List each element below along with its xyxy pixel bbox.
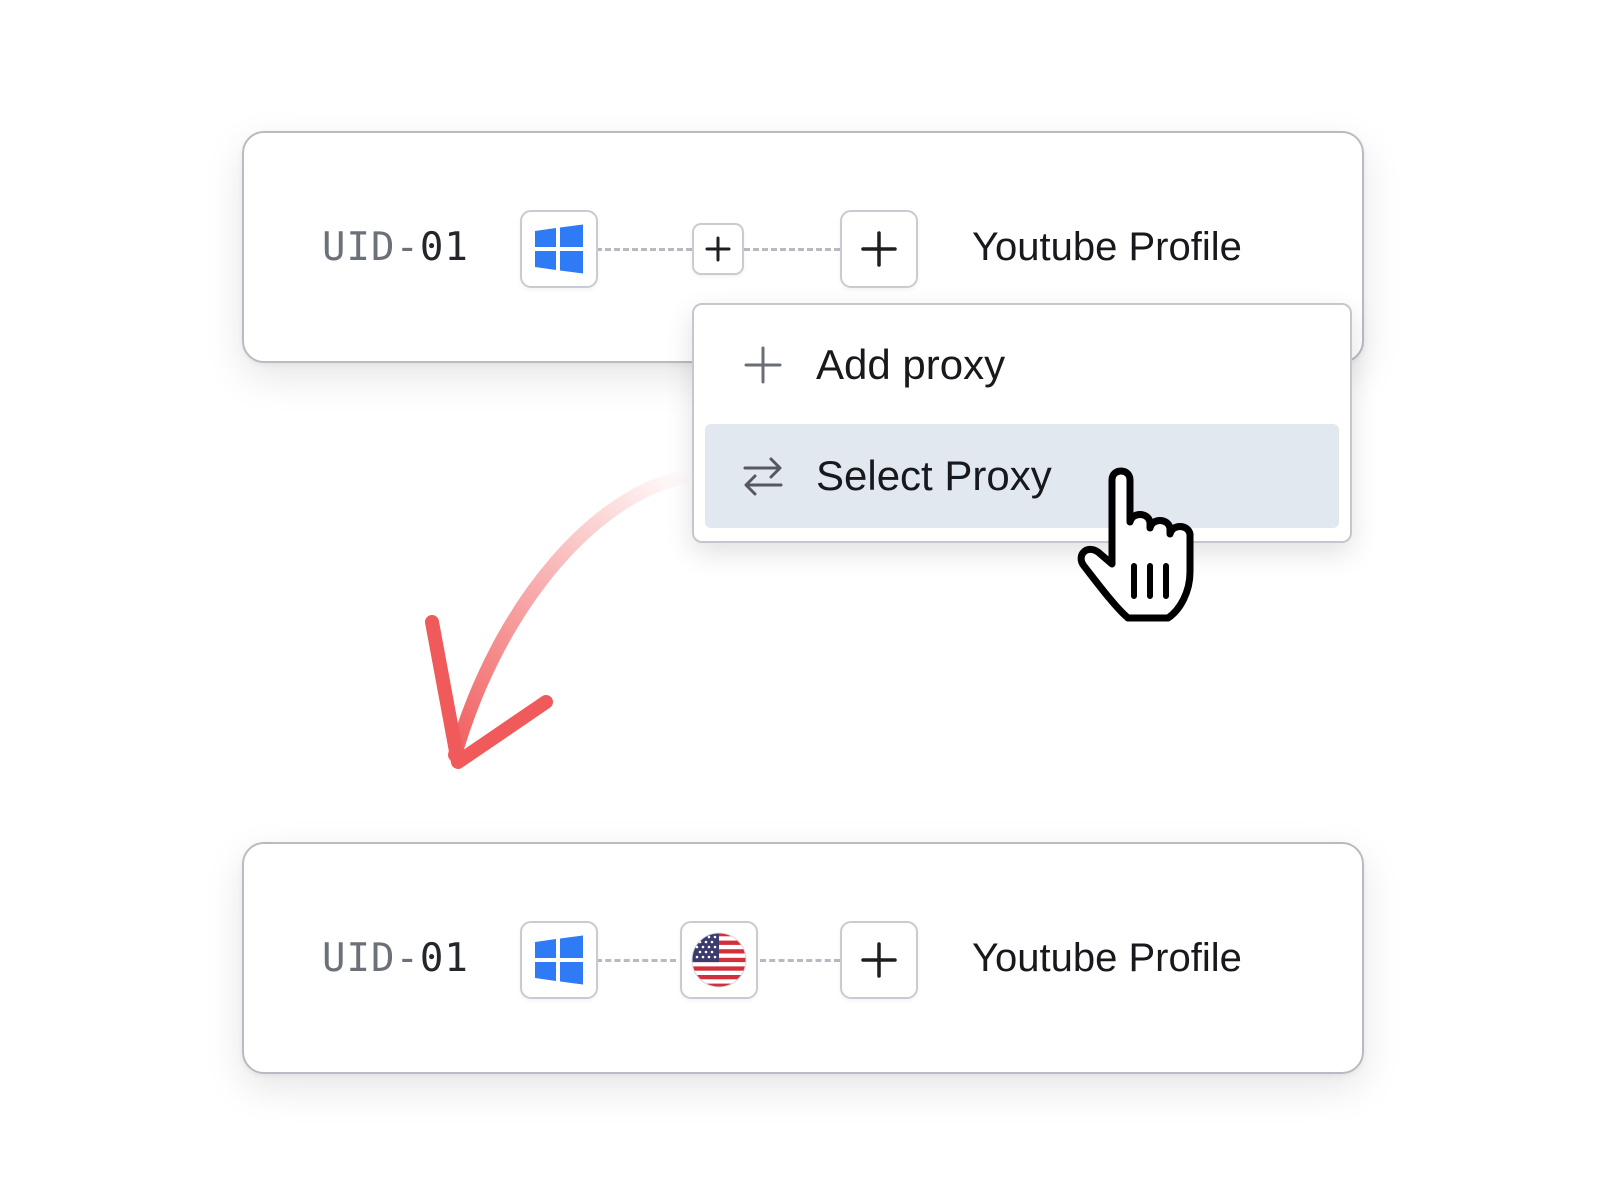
proxy-add-slot-button[interactable] xyxy=(692,223,744,275)
us-flag-icon xyxy=(691,932,747,988)
uid-prefix: UID- xyxy=(322,224,420,270)
menu-item-label: Add proxy xyxy=(816,341,1006,388)
windows-icon xyxy=(535,935,583,985)
connector-line xyxy=(760,959,840,962)
uid-prefix: UID- xyxy=(322,935,420,981)
connector-line xyxy=(596,959,676,962)
profile-uid: UID- 01 xyxy=(322,844,469,1072)
os-windows-button[interactable] xyxy=(520,921,598,999)
plus-icon xyxy=(861,231,897,267)
windows-icon xyxy=(535,224,583,274)
menu-item-label: Select Proxy xyxy=(816,452,1052,499)
plus-icon xyxy=(861,942,897,978)
connector-line xyxy=(744,248,840,251)
add-extension-button[interactable] xyxy=(840,921,918,999)
profile-uid: UID- 01 xyxy=(322,133,469,361)
menu-item-add-proxy[interactable]: Add proxy xyxy=(705,313,1339,417)
swap-arrows-icon xyxy=(738,451,788,501)
profile-name: Youtube Profile xyxy=(972,935,1242,980)
uid-number: 01 xyxy=(419,224,469,270)
profile-card-after: UID- 01 Youtube Profile xyxy=(242,842,1364,1074)
plus-icon xyxy=(738,340,788,390)
add-extension-button[interactable] xyxy=(840,210,918,288)
proxy-dropdown-menu: Add proxy Select Proxy xyxy=(692,303,1352,543)
hand-pointer-cursor-icon xyxy=(1077,467,1194,622)
os-windows-button[interactable] xyxy=(520,210,598,288)
menu-item-select-proxy[interactable]: Select Proxy xyxy=(705,424,1339,528)
plus-icon xyxy=(705,236,731,262)
uid-number: 01 xyxy=(419,935,469,981)
proxy-country-button[interactable] xyxy=(680,921,758,999)
connector-line xyxy=(596,248,692,251)
